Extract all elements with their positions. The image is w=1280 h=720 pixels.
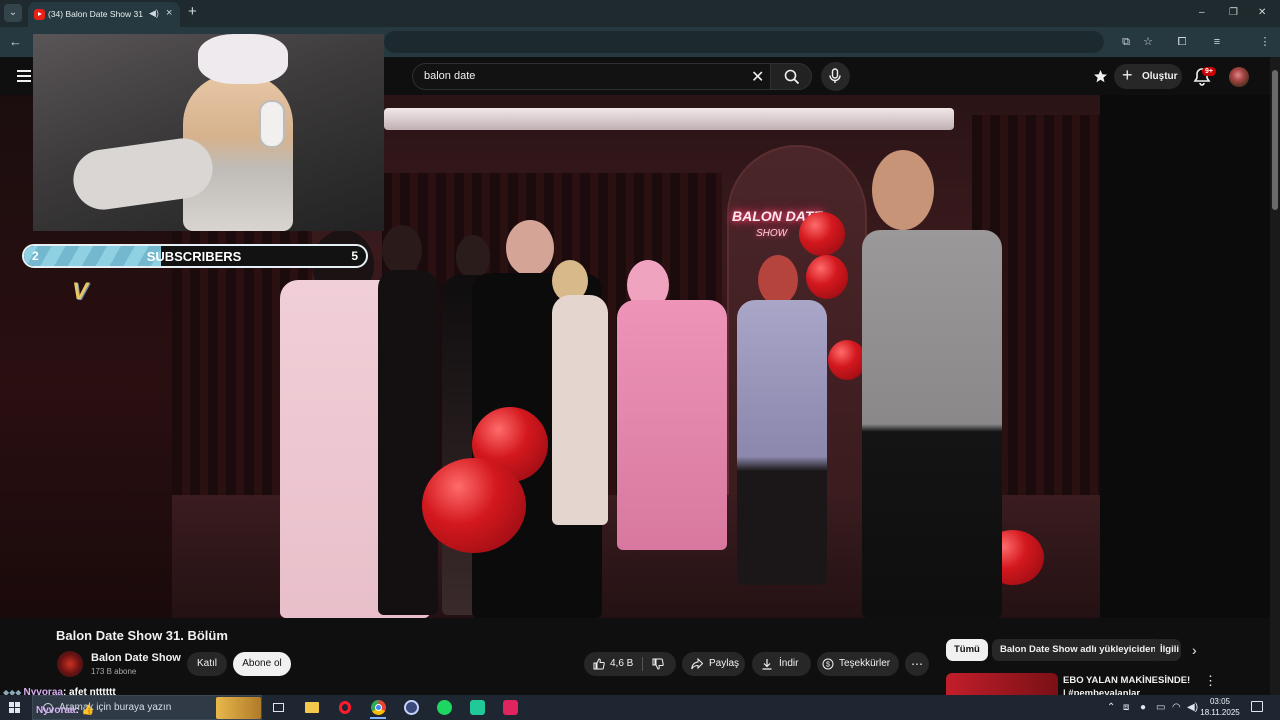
subscriber-goal-current: 2 [32,249,39,263]
headphones-icon [259,100,285,148]
balloon [806,255,848,299]
balloon [828,340,866,380]
tray-volume-icon[interactable]: ◀) [1187,702,1198,713]
recommended-video-menu-icon[interactable]: ⋮ [1204,673,1217,689]
tab-close-button[interactable]: × [166,7,172,19]
clock-date: 18.11.2025 [1200,708,1240,717]
share-button[interactable]: Paylaş [682,652,745,676]
balloon [799,212,845,256]
bunny-ears-hat [198,34,288,84]
neon-sign-sub: SHOW [756,228,788,239]
like-dislike-group: 4,6 B [584,652,676,676]
subscriber-goal-target: 5 [351,249,358,263]
like-divider [642,657,643,671]
media-app-icon[interactable] [497,697,523,719]
thanks-label: Teşekkürler [839,658,891,669]
spotify-icon[interactable] [431,697,457,719]
screen: ⌄ (34) Balon Date Show 31. Bölüm - YouTu… [0,0,1280,720]
balloon [422,458,526,553]
tray-microphone-icon[interactable]: ● [1140,702,1146,713]
obs-studio-icon[interactable] [398,697,424,719]
close-window-button[interactable]: ✕ [1258,7,1266,18]
new-tab-button[interactable]: + [188,4,197,19]
chips-next-arrow-icon[interactable]: › [1192,642,1197,658]
channel-name[interactable]: Balon Date Show [91,652,181,664]
tab-title: (34) Balon Date Show 31. Bölüm - YouTube [48,9,143,19]
share-icon [691,658,703,670]
microphone-icon [829,68,841,83]
svg-text:$: $ [826,662,830,669]
chat-message: Nyvoraa: 👍 [36,705,94,716]
search-input[interactable]: balon date [424,70,475,82]
search-highlight-image[interactable] [216,697,261,719]
windows-start-icon[interactable] [9,702,21,714]
tray-wifi-icon[interactable]: ◠ [1172,702,1181,713]
subscribe-button[interactable]: Abone ol [233,652,291,676]
browser-tab-strip: ⌄ (34) Balon Date Show 31. Bölüm - YouTu… [0,0,1280,27]
game-app-icon[interactable] [464,697,490,719]
like-icon[interactable] [593,658,605,670]
subscriber-goal-label: SUBSCRIBERS [146,249,242,264]
chrome-browser-icon[interactable] [365,697,391,719]
clock-time: 03:05 [1209,697,1231,706]
search-icon [784,69,800,85]
file-explorer-icon[interactable] [299,697,325,719]
download-button[interactable]: İndir [752,652,811,676]
like-count[interactable]: 4,6 B [610,652,633,676]
create-button[interactable]: Oluştur [1114,63,1182,89]
account-avatar[interactable] [1229,67,1249,87]
extensions-icon[interactable]: ⧠ [1175,35,1189,49]
browser-menu-icon[interactable]: ⋮ [1258,35,1272,49]
youtube-favicon-icon [34,9,45,20]
tab-search-button[interactable]: ⌄ [4,4,22,22]
streamer-facecam [33,34,384,231]
tray-display-icon[interactable]: ▭ [1156,702,1165,713]
dislike-icon[interactable] [652,658,664,670]
notification-center-icon[interactable] [1251,701,1263,712]
opera-browser-icon[interactable] [332,697,358,719]
chat-username: Nyvoraa [36,705,76,716]
voice-search-button[interactable] [821,62,850,91]
video-title: Balon Date Show 31. Bölüm [56,628,228,643]
chip-all[interactable]: Tümü [946,639,988,661]
recommended-video-thumbnail[interactable] [946,673,1058,697]
search-button[interactable] [770,63,812,90]
join-button[interactable]: Katıl [187,652,227,676]
clear-search-icon[interactable]: ✕ [751,67,764,87]
download-icon [762,659,772,670]
more-actions-button[interactable]: ⋯ [905,652,929,676]
download-label: İndir [779,658,799,669]
video-side-padding-right [1100,95,1270,618]
media-controls-icon[interactable]: ≡ [1210,35,1224,49]
thanks-button[interactable]: $ Teşekkürler [817,652,899,676]
menu-icon[interactable] [17,70,31,82]
share-label: Paylaş [709,658,740,669]
stream-logo: V [72,278,89,305]
channel-avatar[interactable] [57,651,83,677]
stage-ceiling [384,108,954,130]
tray-network-icon[interactable]: ⧈ [1123,702,1129,713]
channel-subscriber-count: 173 B abone [91,667,137,676]
taskbar-clock[interactable]: 03:05 18.11.2025 [1200,696,1240,718]
restore-button[interactable]: ❐ [1229,7,1238,18]
chip-related[interactable]: İlgili [1155,639,1181,661]
minimize-button[interactable]: – [1199,7,1205,18]
subscriber-goal-bar: SUBSCRIBERS 2 5 [22,244,368,268]
chip-from-uploader[interactable]: Balon Date Show adlı yükleyiciden [992,639,1165,661]
chat-text: : 👍 [75,705,95,716]
tray-chevron-icon[interactable]: ⌃ [1107,702,1115,713]
task-view-icon[interactable] [266,697,292,719]
scrollbar-thumb[interactable] [1272,70,1278,210]
tab-audio-icon[interactable]: ◀) [149,8,159,19]
browser-tab[interactable]: (34) Balon Date Show 31. Bölüm - YouTube… [28,2,180,27]
address-bar[interactable] [384,31,1104,53]
thanks-icon: $ [822,658,834,670]
back-button[interactable]: ← [9,34,22,49]
bookmark-star-icon[interactable]: ☆ [1141,35,1155,49]
windows-taskbar: Aramak için buraya yazın ⌃ ⧈ ● ▭ ◠ ◀) 03… [0,695,1280,720]
cast-icon[interactable]: ⧉ [1119,35,1133,49]
premium-star-icon[interactable] [1093,69,1108,84]
search-box[interactable]: balon date ✕ [412,63,770,90]
notification-count-badge: 9+ [1202,67,1216,76]
